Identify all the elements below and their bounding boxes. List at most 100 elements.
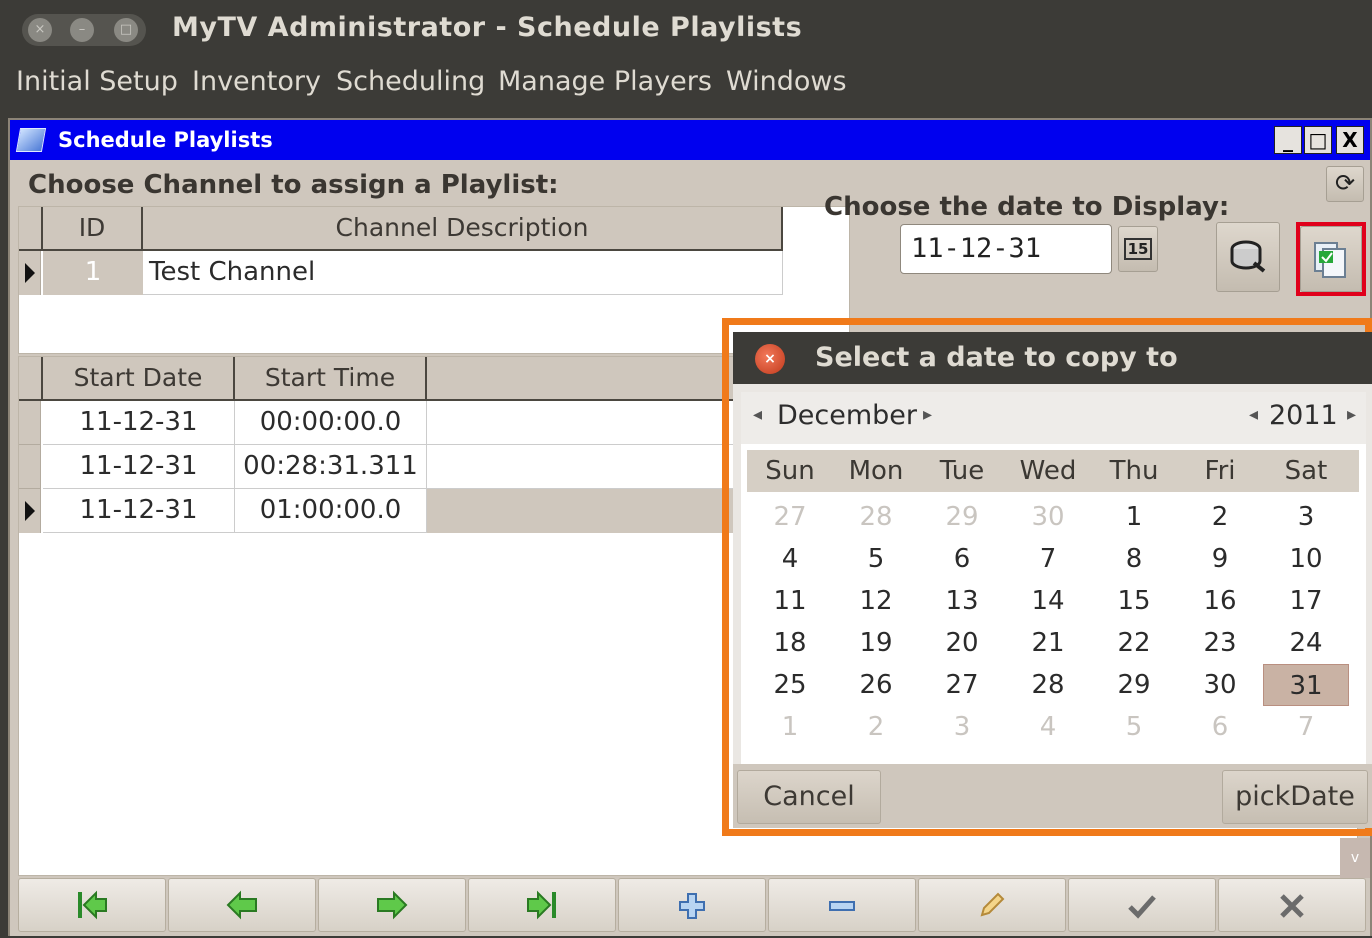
channel-cell-description[interactable]: Test Channel bbox=[143, 251, 783, 295]
calendar-day[interactable]: 13 bbox=[919, 580, 1005, 622]
reload-button[interactable]: ⟳ bbox=[1326, 166, 1364, 202]
schedule-col-start-date[interactable]: Start Date bbox=[43, 357, 235, 401]
edit-record-button[interactable] bbox=[918, 878, 1066, 932]
schedule-cell-start-time[interactable]: 01:00:00.0 bbox=[235, 489, 427, 533]
menu-windows[interactable]: Windows bbox=[726, 66, 847, 97]
calendar-day-outside-month[interactable]: 29 bbox=[919, 496, 1005, 538]
prev-icon bbox=[226, 890, 257, 920]
calendar-day[interactable]: 27 bbox=[919, 664, 1005, 706]
frame-close-button[interactable]: X bbox=[1336, 126, 1364, 154]
schedule-cell-start-date[interactable]: 11-12-31 bbox=[43, 445, 235, 489]
dialog-footer: Cancel pickDate bbox=[733, 764, 1372, 828]
pick-date-button[interactable]: pickDate bbox=[1222, 770, 1368, 824]
calendar-day[interactable]: 8 bbox=[1091, 538, 1177, 580]
menu-inventory[interactable]: Inventory bbox=[192, 66, 321, 97]
calendar-day-outside-month[interactable]: 27 bbox=[747, 496, 833, 538]
calendar-picker-button[interactable]: 15 bbox=[1118, 226, 1158, 272]
calendar-day[interactable]: 11 bbox=[747, 580, 833, 622]
calendar-day[interactable]: 29 bbox=[1091, 664, 1177, 706]
calendar-day-outside-month[interactable]: 30 bbox=[1005, 496, 1091, 538]
calendar-day[interactable]: 1 bbox=[1091, 496, 1177, 538]
schedule-cell-start-date[interactable]: 11-12-31 bbox=[43, 401, 235, 445]
calendar-day[interactable]: 14 bbox=[1005, 580, 1091, 622]
calendar-day-outside-month[interactable]: 6 bbox=[1177, 706, 1263, 748]
calendar-day-selected[interactable]: 31 bbox=[1263, 664, 1349, 706]
add-record-button[interactable] bbox=[618, 878, 766, 932]
next-record-button[interactable] bbox=[318, 878, 466, 932]
calendar-day[interactable]: 20 bbox=[919, 622, 1005, 664]
record-navigation-bar bbox=[18, 878, 1368, 934]
calendar-day[interactable]: 2 bbox=[1177, 496, 1263, 538]
frame-maximize-button[interactable]: □ bbox=[1304, 126, 1332, 154]
menu-initial-setup[interactable]: Initial Setup bbox=[16, 66, 178, 97]
calendar-day[interactable]: 21 bbox=[1005, 622, 1091, 664]
row-pointer-icon bbox=[25, 501, 35, 521]
schedule-cell-start-date[interactable]: 11-12-31 bbox=[43, 489, 235, 533]
calendar-day[interactable]: 26 bbox=[833, 664, 919, 706]
window-close-button[interactable]: × bbox=[28, 18, 52, 42]
channel-section-label: Choose Channel to assign a Playlist: bbox=[28, 170, 559, 200]
frame-minimize-button[interactable]: _ bbox=[1274, 126, 1302, 154]
remove-record-button[interactable] bbox=[768, 878, 916, 932]
calendar-day-outside-month[interactable]: 1 bbox=[747, 706, 833, 748]
save-record-button[interactable] bbox=[1068, 878, 1216, 932]
channel-cell-id[interactable]: 1 bbox=[43, 251, 143, 295]
calendar-day[interactable]: 22 bbox=[1091, 622, 1177, 664]
os-title-bar: × – □ MyTV Administrator - Schedule Play… bbox=[0, 0, 1372, 60]
window-minimize-button[interactable]: – bbox=[70, 18, 94, 42]
schedule-cell-start-time[interactable]: 00:28:31.311 bbox=[235, 445, 427, 489]
channel-col-description[interactable]: Channel Description bbox=[143, 207, 783, 251]
calendar-day-outside-month[interactable]: 28 bbox=[833, 496, 919, 538]
calendar-day-outside-month[interactable]: 5 bbox=[1091, 706, 1177, 748]
schedule-row-header[interactable] bbox=[19, 401, 41, 445]
cancel-edit-button[interactable] bbox=[1218, 878, 1366, 932]
prev-year-icon[interactable]: ◂ bbox=[1249, 404, 1258, 425]
next-month-icon[interactable]: ▸ bbox=[923, 404, 932, 425]
calendar: ◂ December ▸ ◂ 2011 ▸ Sun Mon Tue Wed Th… bbox=[741, 392, 1366, 764]
menu-scheduling[interactable]: Scheduling bbox=[336, 66, 485, 97]
prev-month-icon[interactable]: ◂ bbox=[753, 404, 762, 425]
next-year-icon[interactable]: ▸ bbox=[1347, 404, 1356, 425]
calendar-day[interactable]: 7 bbox=[1005, 538, 1091, 580]
calendar-day[interactable]: 12 bbox=[833, 580, 919, 622]
weekday-label: Wed bbox=[1019, 456, 1077, 486]
calendar-day-outside-month[interactable]: 2 bbox=[833, 706, 919, 748]
dialog-close-button[interactable]: × bbox=[755, 344, 785, 374]
calendar-day[interactable]: 17 bbox=[1263, 580, 1349, 622]
calendar-day[interactable]: 28 bbox=[1005, 664, 1091, 706]
calendar-day[interactable]: 18 bbox=[747, 622, 833, 664]
calendar-day-outside-month[interactable]: 7 bbox=[1263, 706, 1349, 748]
calendar-day[interactable]: 3 bbox=[1263, 496, 1349, 538]
calendar-day[interactable]: 15 bbox=[1091, 580, 1177, 622]
menu-manage-players[interactable]: Manage Players bbox=[498, 66, 712, 97]
calendar-day[interactable]: 24 bbox=[1263, 622, 1349, 664]
schedule-cell-start-time[interactable]: 00:00:00.0 bbox=[235, 401, 427, 445]
calendar-day[interactable]: 30 bbox=[1177, 664, 1263, 706]
previous-record-button[interactable] bbox=[168, 878, 316, 932]
calendar-day[interactable]: 10 bbox=[1263, 538, 1349, 580]
display-date-input[interactable]: 11-12-31 bbox=[900, 224, 1112, 274]
calendar-day[interactable]: 6 bbox=[919, 538, 1005, 580]
schedule-row-header[interactable] bbox=[19, 445, 41, 489]
calendar-day[interactable]: 5 bbox=[833, 538, 919, 580]
date-section-label: Choose the date to Display: bbox=[824, 192, 1230, 222]
calendar-day-outside-month[interactable]: 4 bbox=[1005, 706, 1091, 748]
schedule-col-start-time[interactable]: Start Time bbox=[235, 357, 427, 401]
calendar-day[interactable]: 23 bbox=[1177, 622, 1263, 664]
calendar-day-outside-month[interactable]: 3 bbox=[919, 706, 1005, 748]
calendar-day[interactable]: 25 bbox=[747, 664, 833, 706]
cancel-button[interactable]: Cancel bbox=[737, 770, 881, 824]
last-record-button[interactable] bbox=[468, 878, 616, 932]
calendar-day[interactable]: 4 bbox=[747, 538, 833, 580]
first-record-button[interactable] bbox=[18, 878, 166, 932]
scroll-stub[interactable]: v bbox=[1340, 838, 1370, 878]
calendar-day[interactable]: 16 bbox=[1177, 580, 1263, 622]
window-maximize-button[interactable]: □ bbox=[114, 18, 138, 42]
calendar-day[interactable]: 9 bbox=[1177, 538, 1263, 580]
schedule-row-selected-indicator[interactable] bbox=[19, 489, 41, 533]
refresh-data-button[interactable] bbox=[1216, 222, 1280, 292]
row-selected-indicator[interactable] bbox=[19, 251, 41, 295]
copy-schedule-button[interactable] bbox=[1300, 226, 1362, 292]
channel-col-id[interactable]: ID bbox=[43, 207, 143, 251]
calendar-day[interactable]: 19 bbox=[833, 622, 919, 664]
